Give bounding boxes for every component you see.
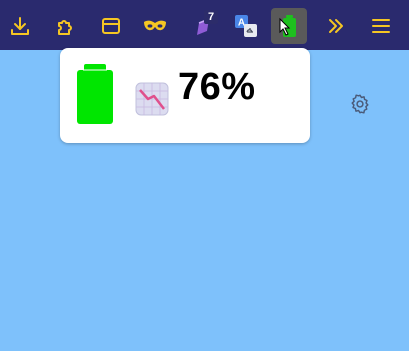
- battery-extension-button[interactable]: [271, 8, 307, 44]
- mask-button[interactable]: [137, 8, 173, 44]
- hamburger-icon: [371, 17, 391, 35]
- translate-button[interactable]: A: [228, 8, 264, 44]
- notification-badge: 7: [204, 10, 218, 24]
- double-chevron-icon: [325, 15, 347, 37]
- window-icon: [100, 15, 122, 37]
- puzzle-icon: [55, 15, 77, 37]
- more-tools-button[interactable]: [318, 8, 354, 44]
- browser-toolbar: 7 A: [0, 0, 409, 50]
- battery-level-indicator: [75, 62, 115, 131]
- main-menu-button[interactable]: [363, 8, 399, 44]
- settings-button[interactable]: [349, 93, 371, 115]
- extensions-button[interactable]: [48, 8, 84, 44]
- battery-extension-icon: [278, 13, 300, 39]
- translate-icon: A: [234, 14, 258, 38]
- notes-extension-button[interactable]: 7: [186, 8, 222, 44]
- chart-decreasing-icon: [135, 82, 169, 121]
- sidebar-button[interactable]: [93, 8, 129, 44]
- battery-popup: 76%: [60, 48, 310, 143]
- battery-percentage: 76%: [178, 66, 256, 108]
- download-button[interactable]: [2, 8, 38, 44]
- mask-icon: [143, 18, 167, 34]
- download-icon: [9, 15, 31, 37]
- gear-icon: [349, 94, 371, 119]
